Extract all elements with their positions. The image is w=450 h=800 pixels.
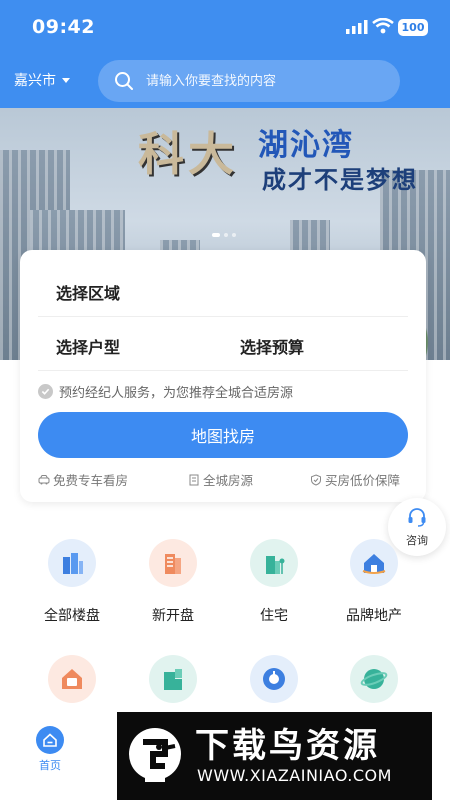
- divider: [38, 370, 408, 371]
- feature-all-listings: 全城房源: [188, 470, 253, 489]
- carousel-indicator: [212, 233, 236, 237]
- category-rent[interactable]: [22, 655, 122, 703]
- category-label: 新开盘: [152, 608, 194, 624]
- feature-low-price: 买房低价保障: [310, 470, 400, 489]
- agent-service-checkbox[interactable]: 预约经纪人服务，为您推荐全城合适房源: [38, 382, 293, 401]
- wifi-icon: [372, 18, 394, 34]
- residence-icon: [250, 539, 298, 587]
- feature-label: 免费专车看房: [53, 473, 129, 488]
- banner-slogan: 成才不是梦想: [262, 166, 418, 194]
- search-input[interactable]: [144, 72, 388, 90]
- select-area-field[interactable]: 选择区域: [56, 280, 120, 304]
- home-icon: [36, 726, 64, 754]
- carousel-dot: [232, 233, 236, 237]
- category-planet[interactable]: [324, 655, 424, 703]
- carousel-dot-active: [212, 233, 220, 237]
- feature-label: 全城房源: [203, 473, 254, 488]
- check-icon: [38, 384, 53, 399]
- banner-brand-mark: 科大: [138, 127, 238, 181]
- category-compass[interactable]: [224, 655, 324, 703]
- headset-icon: [408, 508, 426, 527]
- rent-icon: [48, 655, 96, 703]
- cellular-signal-icon: [346, 20, 368, 34]
- tab-home-label: 首页: [39, 759, 61, 772]
- category-label: 全部楼盘: [44, 608, 100, 624]
- status-time: 09:42: [32, 16, 95, 38]
- feature-label: 买房低价保障: [325, 473, 401, 488]
- bird-logo-icon: [129, 728, 181, 782]
- shield-icon: [311, 473, 321, 486]
- watermark-overlay: 下载鸟资源 WWW.XIAZAINIAO.COM: [117, 712, 432, 800]
- header: 09:42 100 嘉兴市: [0, 0, 450, 108]
- search-icon: [115, 72, 133, 90]
- search-bar[interactable]: [98, 60, 400, 102]
- feature-free-car: 免费专车看房: [38, 470, 128, 489]
- category-new-opening[interactable]: 新开盘: [123, 539, 223, 625]
- carousel-dot: [224, 233, 228, 237]
- select-layout-field[interactable]: 选择户型: [56, 334, 120, 358]
- planet-icon: [350, 655, 398, 703]
- city-selector[interactable]: 嘉兴市: [14, 70, 70, 90]
- category-label: 住宅: [260, 608, 288, 624]
- banner-project-name: 湖沁湾: [258, 128, 354, 163]
- divider: [38, 316, 408, 317]
- caret-down-icon: [62, 77, 70, 83]
- tab-home[interactable]: 首页: [30, 726, 70, 773]
- status-bar: 09:42 100: [0, 0, 450, 50]
- new-building-icon: [149, 539, 197, 587]
- brand-estate-icon: [350, 539, 398, 587]
- category-brand-estate[interactable]: 品牌地产: [324, 539, 424, 625]
- agent-service-label: 预约经纪人服务，为您推荐全城合适房源: [59, 386, 294, 401]
- select-budget-field[interactable]: 选择预算: [240, 334, 304, 358]
- house-filter-card: 选择区域 选择户型 选择预算 预约经纪人服务，为您推荐全城合适房源 地图找房 免…: [20, 250, 426, 502]
- category-office[interactable]: [123, 655, 223, 703]
- office-icon: [149, 655, 197, 703]
- city-label: 嘉兴市: [14, 73, 56, 89]
- car-icon: [38, 474, 50, 484]
- battery-indicator: 100: [398, 19, 428, 36]
- watermark-title: 下载鸟资源: [195, 726, 380, 766]
- map-search-button[interactable]: 地图找房: [38, 412, 408, 458]
- category-label: 品牌地产: [346, 608, 402, 624]
- category-residence[interactable]: 住宅: [224, 539, 324, 625]
- category-all-projects[interactable]: 全部楼盘: [22, 539, 122, 625]
- watermark-url: WWW.XIAZAINIAO.COM: [197, 766, 392, 785]
- building-small-icon: [189, 474, 199, 485]
- compass-icon: [250, 655, 298, 703]
- building-icon: [48, 539, 96, 587]
